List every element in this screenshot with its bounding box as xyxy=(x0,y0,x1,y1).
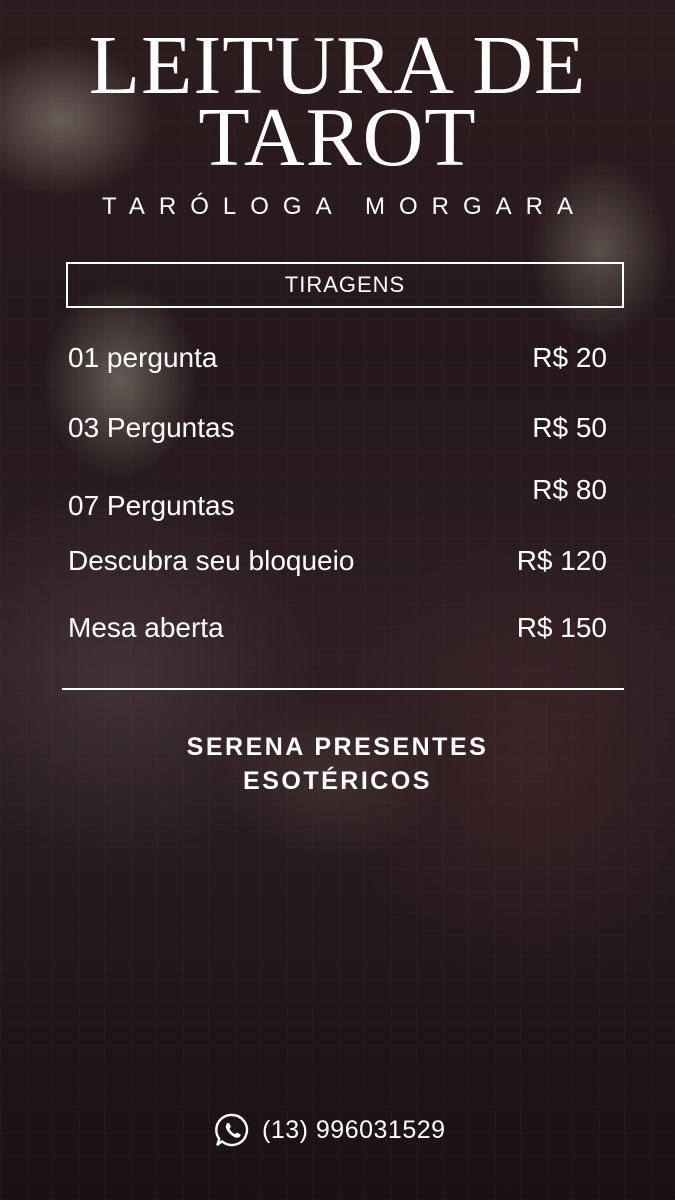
contact: (13) 996031529 xyxy=(214,1110,446,1150)
page-title: LEITURA DE TAROT xyxy=(0,24,675,184)
shop-name-line-2: ESOTÉRICOS xyxy=(243,767,432,795)
flyer: LEITURA DE TAROT TARÓLOGA MORGARA TIRAGE… xyxy=(0,0,675,1200)
item-name: Descubra seu bloqueio xyxy=(68,545,355,576)
section-heading: TIRAGENS xyxy=(66,262,624,308)
price-row: 01 pergunta R$ 20 xyxy=(68,342,607,382)
item-name: 07 Perguntas xyxy=(68,490,235,521)
shop-name: SERENA PRESENTES ESOTÉRICOS xyxy=(0,730,675,798)
shop-name-line-1: SERENA PRESENTES xyxy=(186,733,489,761)
item-price: R$ 80 xyxy=(532,474,607,505)
item-price: R$ 150 xyxy=(516,612,607,643)
price-row: 03 Perguntas R$ 50 xyxy=(68,412,607,452)
price-row: Mesa aberta R$ 150 xyxy=(68,612,607,652)
item-name: Mesa aberta xyxy=(68,612,224,643)
subtitle: TARÓLOGA MORGARA xyxy=(102,193,587,220)
phone-number[interactable]: (13) 996031529 xyxy=(262,1116,446,1145)
item-name: 03 Perguntas xyxy=(68,412,235,443)
price-row: 07 Perguntas R$ 80 xyxy=(68,474,607,521)
item-price: R$ 20 xyxy=(532,342,607,373)
divider xyxy=(62,688,624,690)
title-line-2: TAROT xyxy=(198,91,477,184)
whatsapp-icon[interactable] xyxy=(214,1112,250,1148)
price-row: Descubra seu bloqueio R$ 120 xyxy=(68,545,607,585)
item-name: 01 pergunta xyxy=(68,342,218,373)
item-price: R$ 120 xyxy=(516,545,607,576)
item-price: R$ 50 xyxy=(532,412,607,443)
